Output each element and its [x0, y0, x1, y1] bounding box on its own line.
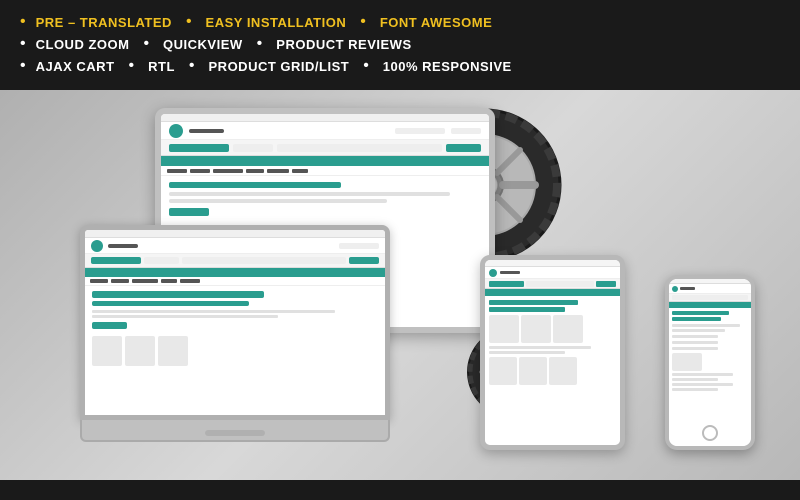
- bullet-icon: •: [20, 36, 26, 52]
- laptop-screen: [85, 230, 385, 415]
- phone-frame: [665, 275, 755, 450]
- preview-section: [0, 90, 800, 480]
- feature-rtl: RTL: [148, 59, 175, 74]
- laptop-screen-frame: [80, 225, 390, 420]
- bullet-icon: •: [257, 36, 263, 52]
- bullet-icon: •: [143, 36, 149, 52]
- feature-pre-translated: PRE – TRANSLATED: [36, 15, 172, 30]
- feature-font-awesome: FONT AWESOME: [380, 15, 492, 30]
- feature-product-grid: PRODUCT GRID/LIST: [209, 59, 350, 74]
- tablet-screen: [485, 260, 620, 445]
- bullet-icon: •: [20, 14, 26, 30]
- bullet-icon: •: [129, 58, 135, 74]
- bullet-icon: •: [363, 58, 369, 74]
- laptop-base: [80, 420, 390, 442]
- smartphone: [665, 275, 755, 450]
- feature-row-3: • AJAX CART • RTL • PRODUCT GRID/LIST • …: [20, 58, 780, 74]
- feature-row-2: • CLOUD ZOOM • QUICKVIEW • PRODUCT REVIE…: [20, 36, 780, 52]
- tablet-frame: [480, 255, 625, 450]
- feature-cloud-zoom: CLOUD ZOOM: [36, 37, 130, 52]
- feature-row-1: • PRE – TRANSLATED • EASY INSTALLATION •…: [20, 14, 780, 30]
- bullet-icon: •: [189, 58, 195, 74]
- bullet-icon: •: [186, 14, 192, 30]
- phone-screen: [669, 279, 751, 446]
- feature-product-reviews: PRODUCT REVIEWS: [276, 37, 411, 52]
- tablet: [480, 255, 625, 450]
- bullet-icon: •: [20, 58, 26, 74]
- feature-responsive: 100% RESPONSIVE: [383, 59, 512, 74]
- feature-quickview: QUICKVIEW: [163, 37, 243, 52]
- feature-easy-installation: EASY INSTALLATION: [206, 15, 347, 30]
- bullet-icon: •: [360, 14, 366, 30]
- features-section: • PRE – TRANSLATED • EASY INSTALLATION •…: [0, 0, 800, 90]
- phone-home-button[interactable]: [702, 425, 718, 441]
- feature-ajax-cart: AJAX CART: [36, 59, 115, 74]
- laptop: [80, 225, 390, 465]
